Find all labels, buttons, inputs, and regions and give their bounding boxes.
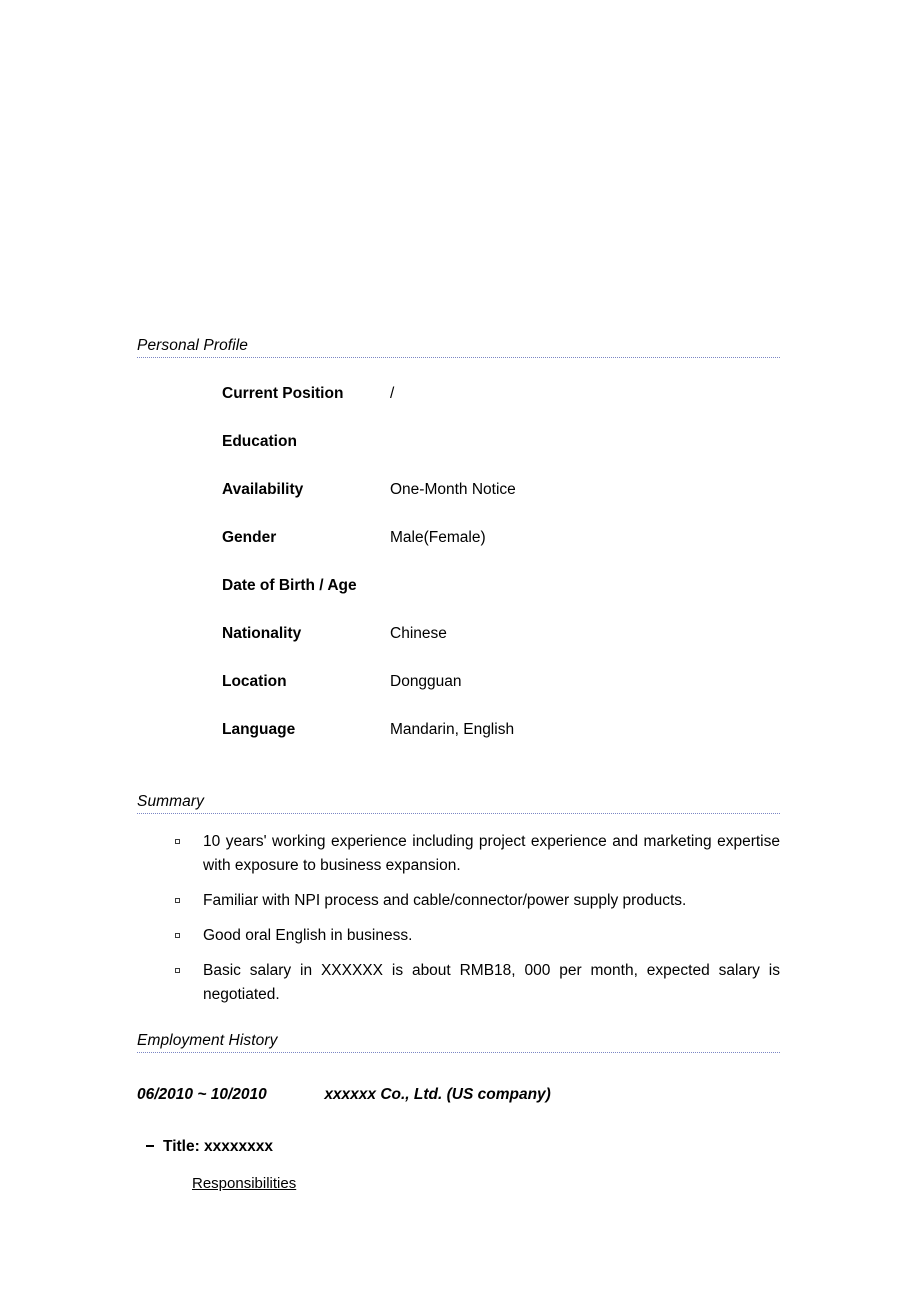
profile-value-language: Mandarin, English <box>390 721 515 738</box>
profile-value-location: Dongguan <box>390 673 462 690</box>
table-row: Education <box>137 432 780 480</box>
summary-bullet-text: 10 years' working experience including p… <box>203 833 780 874</box>
list-item: Basic salary in XXXXXX is about RMB18, 0… <box>137 959 780 1007</box>
section-summary: Summary 10 years' working experience inc… <box>137 792 780 1007</box>
profile-label-location: Location <box>222 673 287 690</box>
profile-value-education <box>390 432 780 480</box>
section-heading-personal-profile: Personal Profile <box>137 336 780 358</box>
summary-bullet-text: Familiar with NPI process and cable/conn… <box>203 892 687 909</box>
profile-value-gender: Male(Female) <box>390 529 486 546</box>
profile-value-current-position: / <box>390 385 395 402</box>
summary-bullet-text: Basic salary in XXXXXX is about RMB18, 0… <box>203 962 780 1003</box>
profile-label-education: Education <box>222 433 297 450</box>
summary-bullet-list: 10 years' working experience including p… <box>137 830 780 1007</box>
table-row: Current Position / <box>137 384 780 432</box>
table-row: Nationality Chinese <box>137 624 780 672</box>
document-page: Personal Profile Current Position / Educ… <box>0 0 920 1302</box>
job-dates: 06/2010 ~ 10/2010 <box>137 1086 267 1103</box>
profile-label-language: Language <box>222 721 296 738</box>
job-title-text: Title: xxxxxxxx <box>163 1138 274 1155</box>
responsibilities-text: Responsibilities <box>192 1175 297 1192</box>
profile-label-current-position: Current Position <box>222 385 344 402</box>
profile-label-availability: Availability <box>222 481 304 498</box>
section-heading-employment-history: Employment History <box>137 1031 780 1053</box>
profile-label-nationality: Nationality <box>222 625 302 642</box>
table-row: Gender Male(Female) <box>137 528 780 576</box>
personal-profile-table: Current Position / Education Availabilit… <box>137 384 780 768</box>
table-row: Date of Birth / Age <box>137 576 780 624</box>
job-entry-header: 06/2010 ~ 10/2010 xxxxxx Co., Ltd. (US c… <box>137 1084 780 1106</box>
job-title-row: Title: xxxxxxxx <box>137 1137 780 1157</box>
section-heading-summary: Summary <box>137 792 780 814</box>
section-employment-history: Employment History 06/2010 ~ 10/2010 xxx… <box>137 1031 780 1194</box>
square-bullet-icon <box>175 968 180 973</box>
profile-value-availability: One-Month Notice <box>390 481 516 498</box>
table-row: Location Dongguan <box>137 672 780 720</box>
responsibilities-label: Responsibilities <box>137 1174 780 1194</box>
table-row: Language Mandarin, English <box>137 720 780 768</box>
table-row: Availability One-Month Notice <box>137 480 780 528</box>
list-item: Familiar with NPI process and cable/conn… <box>137 889 780 913</box>
summary-bullet-text: Good oral English in business. <box>203 927 413 944</box>
list-item: Good oral English in business. <box>137 924 780 948</box>
document-body: Personal Profile Current Position / Educ… <box>137 336 780 1194</box>
profile-value-nationality: Chinese <box>390 625 447 642</box>
job-company: xxxxxx Co., Ltd. (US company) <box>324 1086 551 1103</box>
profile-value-date-of-birth-age <box>390 576 780 624</box>
square-bullet-icon <box>175 898 180 903</box>
square-bullet-icon <box>175 839 180 844</box>
square-bullet-icon <box>175 933 180 938</box>
dash-bullet-icon <box>146 1145 154 1147</box>
profile-label-date-of-birth-age: Date of Birth / Age <box>222 577 357 594</box>
profile-label-gender: Gender <box>222 529 277 546</box>
list-item: 10 years' working experience including p… <box>137 830 780 878</box>
section-personal-profile: Personal Profile Current Position / Educ… <box>137 336 780 768</box>
